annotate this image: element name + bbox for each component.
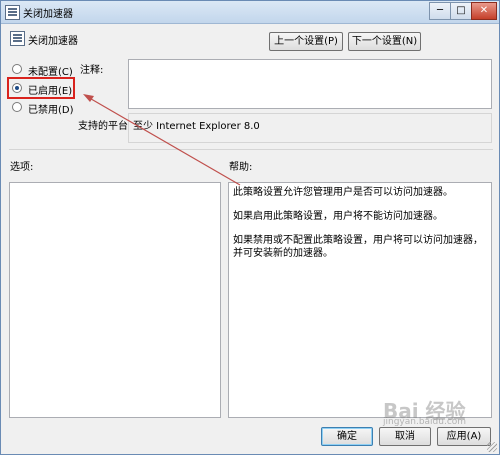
supported-platform-box: 至少 Internet Explorer 8.0 (128, 113, 492, 143)
help-label: 帮助: (229, 162, 253, 173)
ok-button[interactable]: 确定 (321, 427, 373, 446)
help-paragraph: 如果启用此策略设置，用户将不能访问加速器。 (233, 211, 443, 222)
radio-circle[interactable] (12, 64, 22, 74)
radio-circle[interactable] (12, 102, 22, 112)
options-panel (9, 182, 221, 418)
title-bar[interactable]: 关闭加速器 ─ □ ✕ (1, 1, 499, 24)
radio-label: 未配置(C) (28, 67, 73, 78)
policy-setting-icon (5, 5, 20, 20)
comment-textarea[interactable] (128, 59, 492, 109)
minimize-button[interactable]: ─ (429, 2, 451, 20)
radio-label: 已禁用(D) (28, 105, 74, 116)
next-setting-button[interactable]: 下一个设置(N) (348, 32, 421, 51)
apply-button[interactable]: 应用(A) (437, 427, 491, 446)
annotation-highlight-box (7, 77, 75, 99)
options-label: 选项: (10, 162, 34, 173)
previous-setting-button[interactable]: 上一个设置(P) (269, 32, 343, 51)
watermark-url: jingyan.baidu.com (383, 417, 467, 427)
maximize-button[interactable]: □ (450, 2, 472, 20)
help-panel: 此策略设置允许您管理用户是否可以访问加速器。 如果启用此策略设置，用户将不能访问… (228, 182, 492, 418)
supported-platform-value: 至少 Internet Explorer 8.0 (133, 121, 260, 132)
help-text: 此策略设置允许您管理用户是否可以访问加速器。 如果启用此策略设置，用户将不能访问… (233, 186, 487, 271)
setting-title: 关闭加速器 (28, 36, 78, 47)
close-button[interactable]: ✕ (471, 2, 497, 20)
section-divider (9, 149, 493, 150)
help-paragraph: 此策略设置允许您管理用户是否可以访问加速器。 (233, 187, 453, 198)
cancel-button[interactable]: 取消 (379, 427, 431, 446)
window-title: 关闭加速器 (23, 9, 73, 20)
policy-dialog-window: 关闭加速器 ─ □ ✕ 关闭加速器 上一个设置(P) 下一个设置(N) 未配置(… (0, 0, 500, 455)
policy-setting-icon (10, 31, 25, 46)
comment-label: 注释: (80, 65, 104, 76)
supported-platform-label: 支持的平台: (78, 121, 132, 132)
resize-grip[interactable] (487, 442, 497, 452)
help-paragraph: 如果禁用或不配置此策略设置，用户将可以访问加速器，并可安装新的加速器。 (233, 235, 483, 259)
